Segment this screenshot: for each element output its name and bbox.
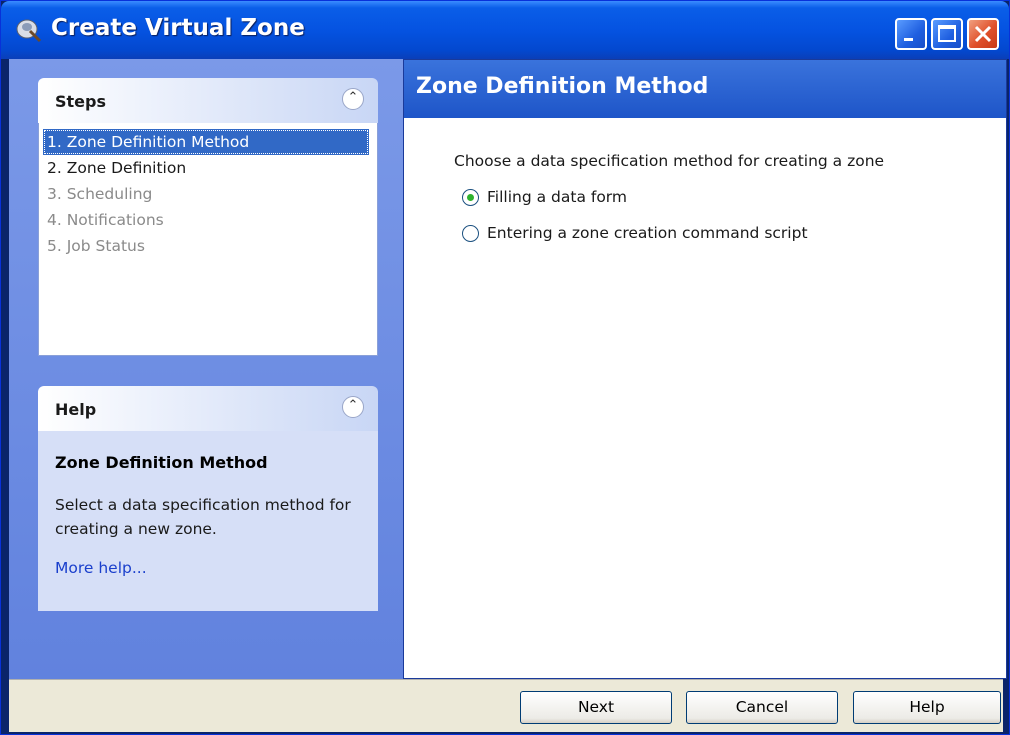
- step-item-zone-definition[interactable]: 2. Zone Definition: [39, 155, 377, 181]
- maximize-button[interactable]: [931, 18, 963, 50]
- close-button[interactable]: [967, 18, 999, 50]
- steps-list: 1. Zone Definition Method 2. Zone Defini…: [38, 123, 378, 356]
- steps-panel-title: Steps: [55, 92, 106, 111]
- next-button[interactable]: Next: [520, 691, 672, 724]
- content-pane: Zone Definition Method Choose a data spe…: [403, 59, 1007, 679]
- maximize-icon: [938, 25, 956, 42]
- steps-panel-header[interactable]: Steps ⌃: [38, 78, 378, 123]
- method-prompt: Choose a data specification method for c…: [454, 152, 885, 170]
- chevron-double-up-icon[interactable]: ⌃: [342, 88, 364, 110]
- step-item-job-status: 5. Job Status: [47, 237, 145, 255]
- help-content: Zone Definition Method Select a data spe…: [38, 431, 378, 611]
- step-item-scheduling: 3. Scheduling: [47, 185, 153, 203]
- help-panel: Help ⌃ Zone Definition Method Select a d…: [38, 386, 378, 611]
- step-item-zone-definition-method[interactable]: 1. Zone Definition Method: [43, 129, 369, 155]
- radio-data-form[interactable]: [462, 188, 479, 206]
- close-icon: [974, 25, 992, 43]
- option-data-form[interactable]: Filling a data form: [462, 188, 1006, 206]
- content-body: Choose a data specification method for c…: [404, 152, 1006, 242]
- help-button[interactable]: Help: [853, 691, 1001, 724]
- help-heading: Zone Definition Method: [55, 453, 268, 472]
- create-virtual-zone-window: Create Virtual Zone Steps ⌃ 1. Zone Defi…: [0, 0, 1010, 735]
- chevron-double-up-icon[interactable]: ⌃: [342, 396, 364, 418]
- help-panel-header[interactable]: Help ⌃: [38, 386, 378, 431]
- help-panel-title: Help: [55, 400, 97, 419]
- button-bar: Next Cancel Help: [9, 679, 1003, 732]
- minimize-button[interactable]: [895, 18, 927, 50]
- help-description: Select a data specification method for c…: [55, 496, 351, 538]
- window-title: Create Virtual Zone: [51, 15, 305, 41]
- option-data-form-label[interactable]: Filling a data form: [487, 188, 627, 206]
- steps-panel: Steps ⌃ 1. Zone Definition Method 2. Zon…: [38, 78, 378, 356]
- content-header: Zone Definition Method: [404, 60, 1006, 118]
- title-bar[interactable]: Create Virtual Zone: [1, 1, 1009, 59]
- cancel-button[interactable]: Cancel: [686, 691, 838, 724]
- step-item-notifications: 4. Notifications: [47, 211, 164, 229]
- content-title: Zone Definition Method: [416, 74, 709, 99]
- radio-command-script[interactable]: [462, 224, 479, 242]
- more-help-link[interactable]: More help...: [55, 559, 147, 577]
- minimize-icon: [904, 38, 913, 41]
- zone-wizard-icon: [16, 19, 42, 43]
- option-command-script-label[interactable]: Entering a zone creation command script: [487, 224, 808, 242]
- option-command-script[interactable]: Entering a zone creation command script: [462, 224, 1006, 242]
